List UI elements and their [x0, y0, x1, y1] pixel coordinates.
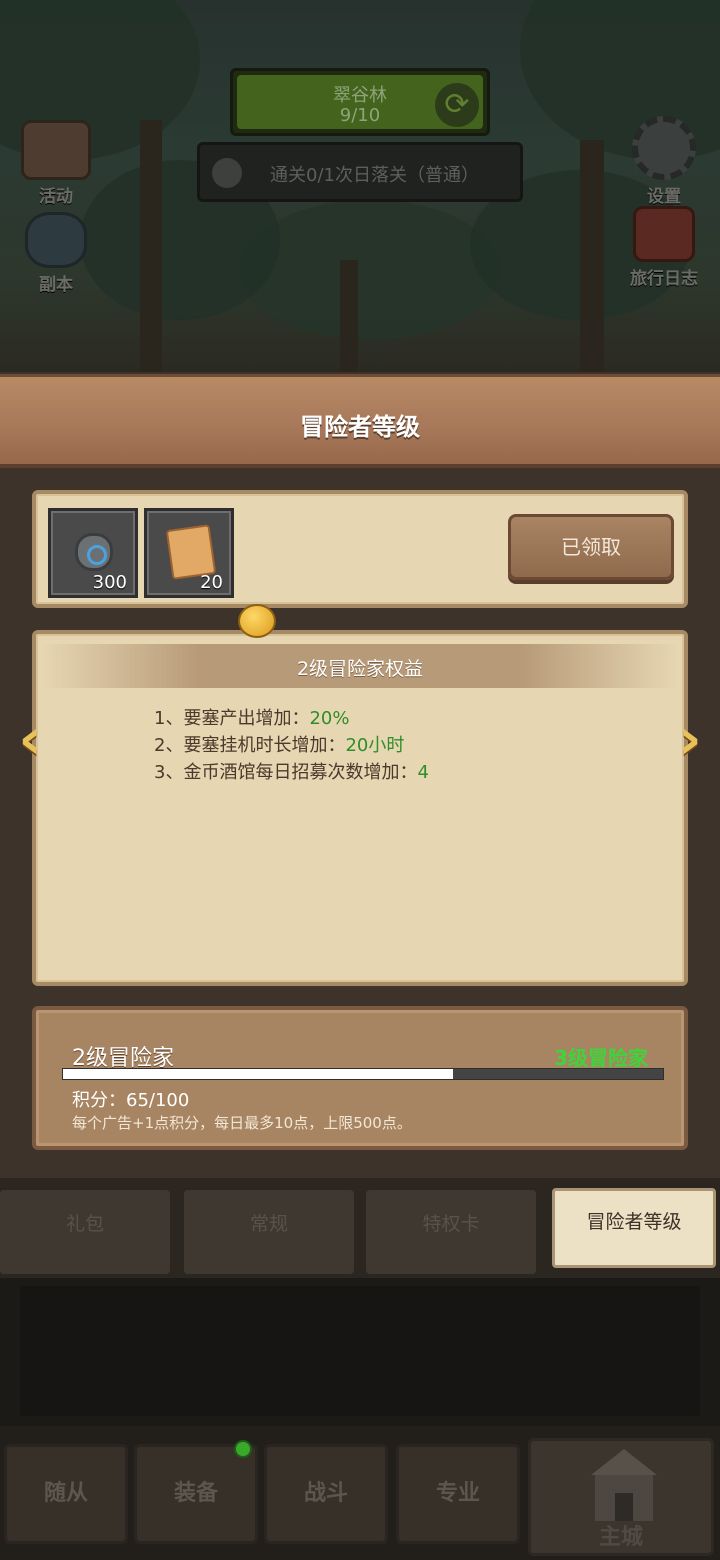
reward-qty: 20	[200, 572, 223, 593]
points-hint: 每个广告+1点积分，每日最多10点，上限500点。	[72, 1114, 412, 1132]
nav-followers[interactable]: 随从	[4, 1444, 128, 1544]
benefit-list: 1、要塞产出增加：20% 2、要塞挂机时长增加：20小时 3、金币酒馆每日招募次…	[154, 704, 429, 785]
quest-status-icon	[212, 158, 242, 188]
claimed-button[interactable]: 已领取	[508, 514, 674, 580]
activity-button[interactable]: 活动	[6, 120, 106, 207]
scroll-book-icon	[21, 120, 91, 180]
activity-label: 活动	[39, 187, 73, 207]
benefit-value: 4	[417, 762, 429, 783]
journal-icon	[633, 206, 695, 262]
next-level-arrow-icon[interactable]: ›	[666, 712, 714, 768]
bottom-nav: 随从 装备 战斗 专业 主城	[0, 1426, 720, 1560]
content-area	[20, 1286, 700, 1416]
benefit-value: 20%	[309, 708, 350, 729]
settings-label: 设置	[647, 187, 681, 207]
benefit-text: 2、要塞挂机时长增加：	[154, 735, 346, 756]
travel-log-button[interactable]: 旅行日志	[614, 206, 714, 289]
castle-icon	[591, 1449, 657, 1521]
quest-bar[interactable]: 通关0/1次日落关（普通）	[197, 142, 523, 202]
coin-icon	[238, 604, 276, 638]
next-level: 3级冒险家	[554, 1046, 648, 1070]
benefit-line: 3、金币酒馆每日招募次数增加：4	[154, 758, 429, 785]
nav-profession[interactable]: 专业	[396, 1444, 520, 1544]
gem-icon	[75, 533, 113, 571]
shop-tab-strip: 礼包 常规 特权卡 冒险者等级	[0, 1178, 720, 1278]
quest-text: 通关0/1次日落关（普通）	[270, 165, 479, 186]
benefit-line: 1、要塞产出增加：20%	[154, 704, 429, 731]
level-progress-fill	[63, 1069, 453, 1079]
panel-title-bar: 冒险者等级	[0, 374, 720, 468]
benefit-title: 2级冒险家权益	[296, 658, 424, 680]
gear-icon	[632, 116, 696, 180]
benefit-line: 2、要塞挂机时长增加：20小时	[154, 731, 429, 758]
benefit-card: 2级冒险家权益 1、要塞产出增加：20% 2、要塞挂机时长增加：20小时 3、金…	[32, 630, 688, 986]
travel-log-label: 旅行日志	[630, 269, 698, 289]
benefit-text: 1、要塞产出增加：	[154, 708, 310, 729]
nav-equipment[interactable]: 装备	[134, 1444, 258, 1544]
forest-background: 翠谷林 9/10 ⟳ 通关0/1次日落关（普通） 活动 副本 设置 旅行日志	[0, 0, 720, 372]
dungeon-label: 副本	[39, 275, 73, 295]
tab-regular[interactable]: 常规	[184, 1190, 354, 1274]
refresh-icon[interactable]: ⟳	[435, 83, 479, 127]
prev-level-arrow-icon[interactable]: ‹	[6, 712, 54, 768]
portal-icon	[25, 212, 87, 268]
tab-privilege-card[interactable]: 特权卡	[366, 1190, 536, 1274]
dungeon-button[interactable]: 副本	[6, 212, 106, 295]
tab-adventurer-level[interactable]: 冒险者等级	[552, 1188, 716, 1268]
stage-indicator[interactable]: 翠谷林 9/10 ⟳	[230, 68, 490, 136]
panel-title: 冒险者等级	[300, 413, 420, 441]
level-progress-bar	[62, 1068, 664, 1080]
nav-main-city-label: 主城	[598, 1525, 643, 1550]
reward-qty: 300	[92, 572, 127, 593]
settings-button[interactable]: 设置	[614, 116, 714, 207]
benefit-value: 20小时	[345, 735, 405, 756]
nav-battle[interactable]: 战斗	[264, 1444, 388, 1544]
reward-item-scroll[interactable]: 20	[144, 508, 234, 598]
reward-item-gem[interactable]: 300	[48, 508, 138, 598]
reward-card: 300 20 已领取	[32, 490, 688, 608]
tab-gift-pack[interactable]: 礼包	[0, 1190, 170, 1274]
points-text: 积分：65/100	[72, 1090, 190, 1111]
benefit-header: 2级冒险家权益	[42, 644, 678, 688]
benefit-text: 3、金币酒馆每日招募次数增加：	[154, 762, 418, 783]
notification-badge	[234, 1440, 252, 1458]
nav-main-city[interactable]: 主城	[528, 1438, 714, 1556]
level-progress-card: 2级冒险家 3级冒险家 积分：65/100 每个广告+1点积分，每日最多10点，…	[32, 1006, 688, 1150]
